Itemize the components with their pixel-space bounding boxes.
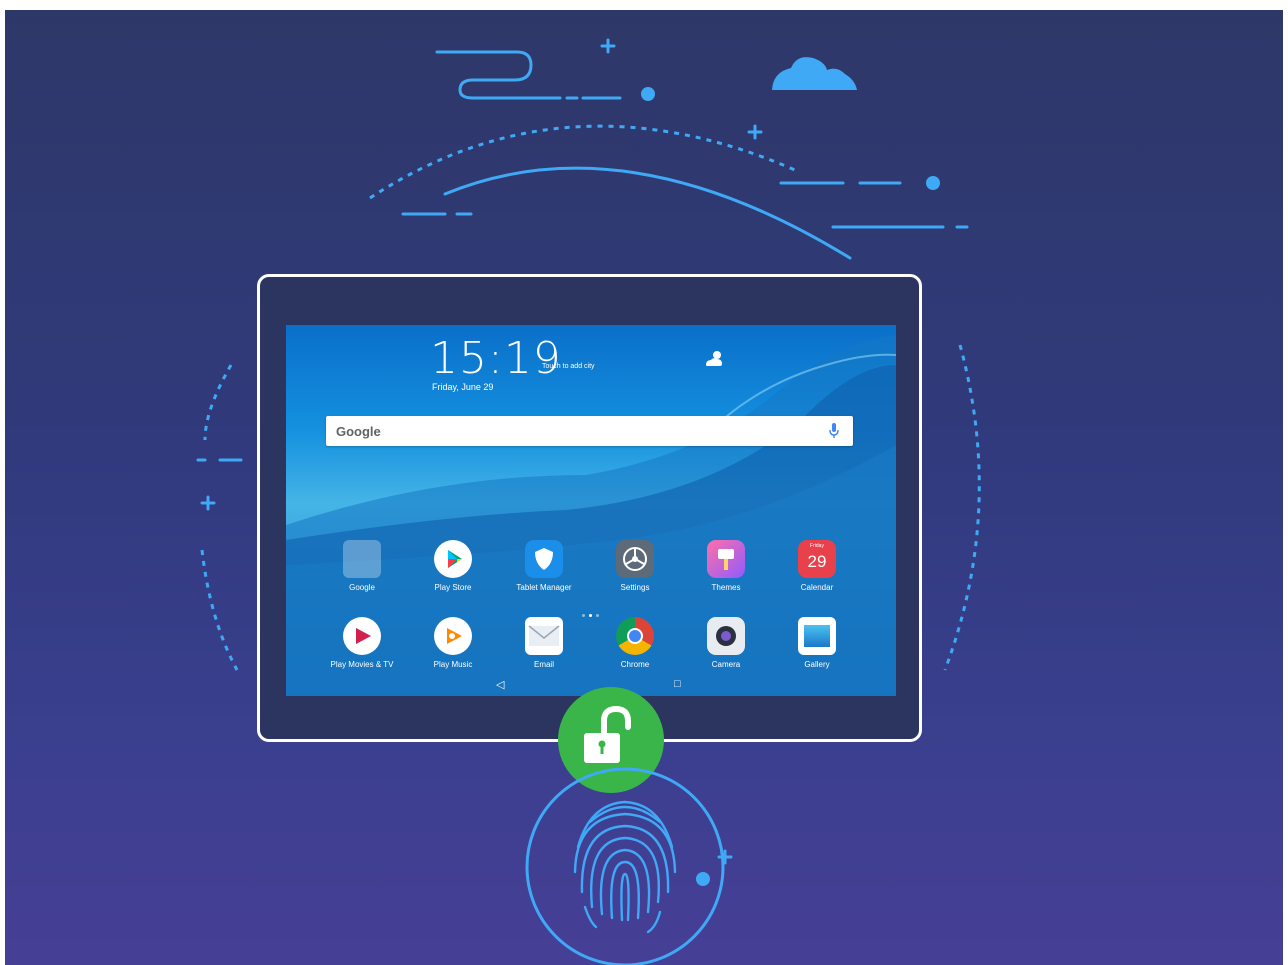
page-dot-active[interactable] xyxy=(589,614,592,617)
app-calendar[interactable]: Friday 29 Calendar xyxy=(777,540,857,592)
recents-button[interactable]: □ xyxy=(674,678,681,690)
mic-icon[interactable] xyxy=(829,423,839,439)
app-label: Gallery xyxy=(804,660,830,669)
app-play-music[interactable]: Play Music xyxy=(413,617,493,669)
google-folder-icon xyxy=(343,540,381,578)
music-icon xyxy=(434,617,472,655)
gallery-icon xyxy=(798,617,836,655)
app-play-store[interactable]: Play Store xyxy=(413,540,493,592)
app-label: Camera xyxy=(711,660,741,669)
fingerprint-sensor-icon[interactable] xyxy=(520,762,730,965)
app-label: Play Movies & TV xyxy=(330,660,394,669)
app-label: Tablet Manager xyxy=(516,583,572,592)
app-label: Settings xyxy=(620,583,650,592)
shield-icon xyxy=(525,540,563,578)
app-email[interactable]: Email xyxy=(504,617,584,669)
lockscreen-clock[interactable]: 15:19 xyxy=(430,333,562,384)
app-google[interactable]: Google xyxy=(322,540,402,592)
lockscreen-date: Friday, June 29 xyxy=(432,382,494,392)
google-search-bar[interactable]: Google xyxy=(326,416,853,446)
gear-icon xyxy=(616,540,654,578)
illustration-background: 15:19 Touch to add city Friday, June 29 … xyxy=(5,10,1283,965)
calendar-day: Friday xyxy=(810,543,824,549)
google-logo: Google xyxy=(336,424,381,439)
add-city-hint[interactable]: Touch to add city xyxy=(542,363,595,370)
app-label: Themes xyxy=(711,583,741,592)
play-store-icon xyxy=(434,540,472,578)
brush-icon xyxy=(707,540,745,578)
app-label: Google xyxy=(349,583,375,592)
app-tablet-manager[interactable]: Tablet Manager xyxy=(504,540,584,592)
app-chrome[interactable]: Chrome xyxy=(595,617,675,669)
chrome-icon xyxy=(616,617,654,655)
app-camera[interactable]: Camera xyxy=(686,617,766,669)
app-label: Email xyxy=(533,660,554,669)
calendar-icon: Friday 29 xyxy=(798,540,836,578)
weather-icon[interactable] xyxy=(702,347,726,371)
calendar-date: 29 xyxy=(807,552,827,571)
app-themes[interactable]: Themes xyxy=(686,540,766,592)
movie-icon xyxy=(343,617,381,655)
envelope-icon xyxy=(525,617,563,655)
app-label: Calendar xyxy=(800,583,834,592)
app-label: Play Store xyxy=(434,583,472,592)
app-label: Chrome xyxy=(620,660,650,669)
cloud-icon xyxy=(772,57,857,90)
app-label: Play Music xyxy=(433,660,473,669)
camera-icon xyxy=(707,617,745,655)
app-gallery[interactable]: Gallery xyxy=(777,617,857,669)
app-play-movies[interactable]: Play Movies & TV xyxy=(322,617,402,669)
tablet-screen: 15:19 Touch to add city Friday, June 29 … xyxy=(286,325,896,696)
app-settings[interactable]: Settings xyxy=(595,540,675,592)
back-button[interactable]: ◁ xyxy=(496,678,504,691)
